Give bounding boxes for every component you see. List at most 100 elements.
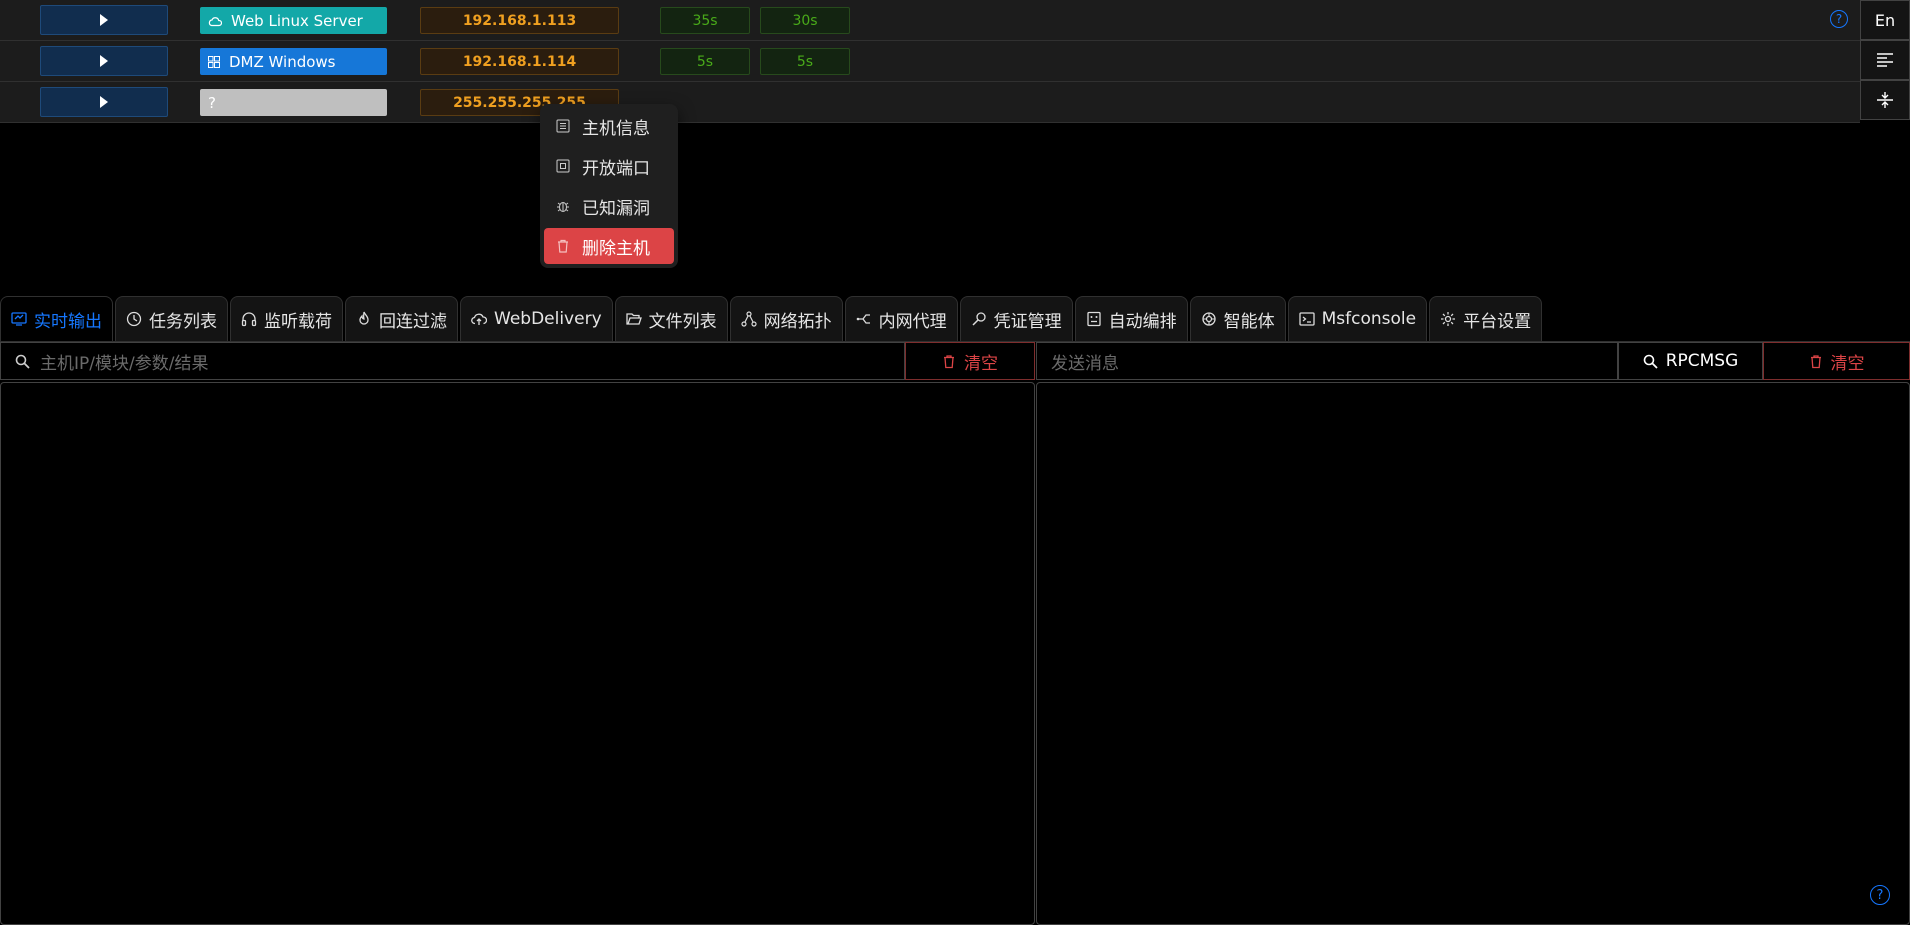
expand-button[interactable] [40, 5, 168, 35]
search-placeholder: 主机IP/模块/参数/结果 [40, 353, 209, 374]
clear-label: 清空 [964, 353, 998, 374]
tab-label: 实时输出 [34, 311, 102, 332]
menu-item-label: 主机信息 [582, 118, 650, 139]
tab-callback-filter[interactable]: 回连过滤 [345, 296, 458, 341]
search-icon [15, 354, 30, 369]
monitor-icon [11, 311, 27, 327]
rpcmsg-button[interactable]: RPCMSG [1618, 342, 1763, 380]
tab-task-list[interactable]: 任务列表 [115, 296, 228, 341]
language-button[interactable]: En [1860, 0, 1910, 40]
message-input[interactable]: 发送消息 [1036, 342, 1618, 380]
play-icon [100, 14, 108, 26]
time-tag: 30s [760, 7, 850, 34]
menu-item-label: 删除主机 [582, 238, 650, 259]
time-tag: 35s [660, 7, 750, 34]
tab-auto-orchestration[interactable]: 自动编排 [1074, 296, 1188, 341]
tab-msfconsole[interactable]: Msfconsole [1287, 296, 1428, 341]
clear-output-button[interactable]: 清空 [905, 342, 1035, 380]
play-icon [100, 55, 108, 67]
trash-icon [556, 239, 570, 253]
tab-label: 平台设置 [1463, 311, 1532, 332]
align-left-icon [1876, 52, 1894, 68]
robot-icon [1086, 311, 1102, 327]
tab-label: 内网代理 [878, 311, 947, 332]
output-panel[interactable] [0, 382, 1035, 925]
info-icon [556, 119, 570, 133]
host-row[interactable]: ? 255.255.255.255 [0, 82, 1860, 123]
tab-label: 智能体 [1223, 311, 1275, 332]
topology-icon [741, 311, 757, 327]
cloud-icon [208, 15, 222, 27]
fire-icon [356, 311, 372, 327]
os-tag[interactable]: DMZ Windows [200, 48, 387, 75]
menu-item-delete-host[interactable]: 删除主机 [544, 228, 674, 264]
search-icon [1643, 354, 1658, 369]
host-row[interactable]: Web Linux Server 192.168.1.113 35s 30s ? [0, 0, 1860, 41]
os-label: DMZ Windows [229, 52, 336, 71]
ai-icon [1201, 311, 1217, 327]
port-icon [556, 159, 570, 173]
ip-tag[interactable]: 192.168.1.113 [420, 7, 619, 34]
tab-label: 任务列表 [149, 311, 217, 332]
cloud-upload-icon [471, 311, 487, 327]
tab-agent[interactable]: 智能体 [1189, 296, 1286, 341]
help-icon[interactable]: ? [1870, 885, 1890, 905]
menu-item-host-info[interactable]: 主机信息 [544, 108, 674, 144]
play-icon [100, 96, 108, 108]
tab-label: WebDelivery [494, 309, 602, 329]
align-button[interactable] [1860, 40, 1910, 80]
settings-icon [1440, 311, 1456, 327]
bug-icon [556, 199, 570, 213]
tab-bar: 实时输出 任务列表 监听载荷 回连过滤 WebDelivery 文件列表 网络拓… [0, 296, 1543, 341]
expand-button[interactable] [40, 46, 168, 76]
tab-label: 监听载荷 [264, 311, 332, 332]
tab-platform-settings[interactable]: 平台设置 [1429, 296, 1543, 341]
ip-tag[interactable]: 192.168.1.114 [420, 48, 619, 75]
os-label: Web Linux Server [231, 11, 363, 30]
tab-label: Msfconsole [1321, 309, 1417, 329]
unknown-icon: ? [208, 93, 216, 112]
folder-icon [625, 311, 642, 327]
clear-messages-button[interactable]: 清空 [1763, 342, 1910, 380]
proxy-icon [856, 311, 872, 327]
tab-realtime-output[interactable]: 实时输出 [0, 296, 113, 341]
message-panel[interactable] [1036, 382, 1910, 925]
message-placeholder: 发送消息 [1051, 353, 1119, 374]
rpcmsg-label: RPCMSG [1665, 351, 1739, 371]
tab-network-topology[interactable]: 网络拓扑 [729, 296, 843, 341]
vertical-align-middle-icon [1876, 91, 1894, 109]
os-tag[interactable]: Web Linux Server [200, 7, 387, 34]
tab-label: 自动编排 [1108, 311, 1177, 332]
tab-listener-payload[interactable]: 监听载荷 [230, 296, 343, 341]
clear-label: 清空 [1830, 353, 1865, 374]
search-input[interactable]: 主机IP/模块/参数/结果 [0, 342, 905, 380]
menu-item-label: 已知漏洞 [582, 198, 650, 219]
tab-file-list[interactable]: 文件列表 [614, 296, 728, 341]
tab-label: 回连过滤 [379, 311, 447, 332]
menu-item-open-ports[interactable]: 开放端口 [544, 148, 674, 184]
tab-webdelivery[interactable]: WebDelivery [460, 296, 613, 341]
clock-icon [126, 311, 142, 327]
host-context-menu: 主机信息 开放端口 已知漏洞 删除主机 [540, 104, 678, 268]
tab-intranet-proxy[interactable]: 内网代理 [844, 296, 958, 341]
menu-item-known-vulns[interactable]: 已知漏洞 [544, 188, 674, 224]
headphones-icon [241, 311, 257, 327]
trash-icon [1809, 354, 1823, 369]
terminal-icon [1298, 311, 1315, 327]
help-icon[interactable]: ? [1830, 10, 1848, 28]
trash-icon [942, 354, 956, 369]
os-tag[interactable]: ? [200, 89, 387, 116]
tab-label: 网络拓扑 [763, 311, 832, 332]
tab-credential-management[interactable]: 凭证管理 [959, 296, 1073, 341]
key-icon [971, 311, 987, 327]
tab-label: 凭证管理 [993, 311, 1062, 332]
host-table: Web Linux Server 192.168.1.113 35s 30s ?… [0, 0, 1860, 123]
windows-icon [208, 55, 220, 68]
expand-button[interactable] [40, 87, 168, 117]
time-tag: 5s [760, 48, 850, 75]
host-row[interactable]: DMZ Windows 192.168.1.114 5s 5s [0, 41, 1860, 82]
collapse-button[interactable] [1860, 80, 1910, 120]
tab-label: 文件列表 [648, 311, 717, 332]
time-tag: 5s [660, 48, 750, 75]
menu-item-label: 开放端口 [582, 158, 650, 179]
